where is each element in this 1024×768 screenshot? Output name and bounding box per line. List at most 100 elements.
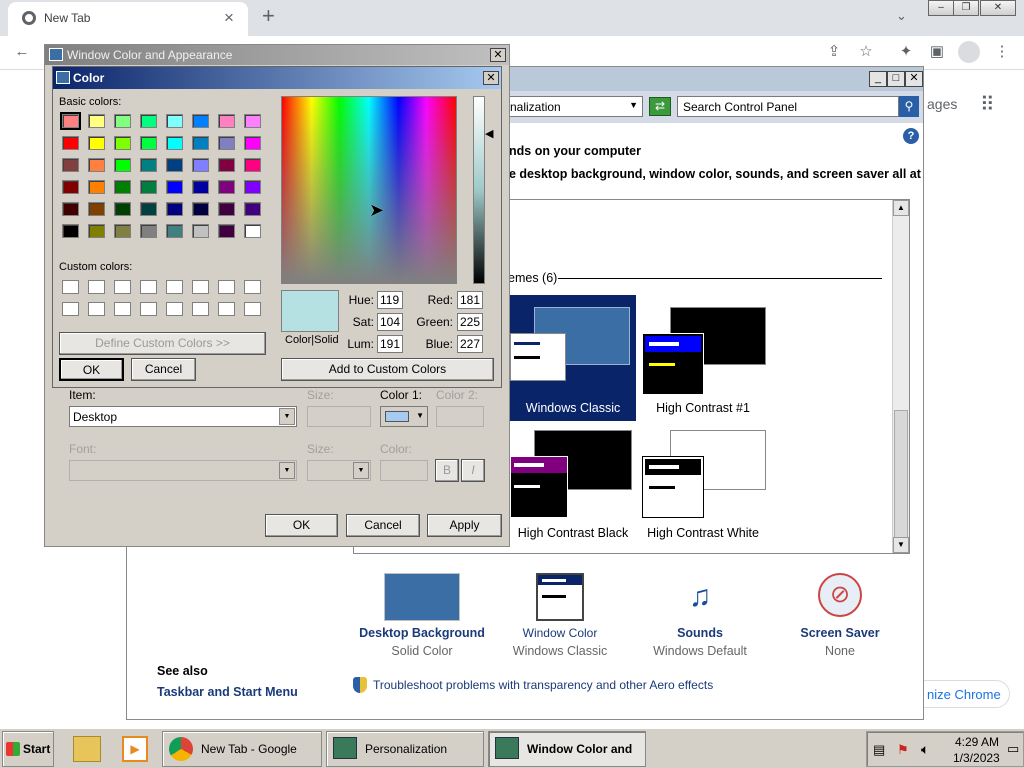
- basic-color-swatch[interactable]: [62, 202, 79, 216]
- sounds-link[interactable]: ♫ Sounds Windows Default: [625, 573, 775, 658]
- theme-high-contrast-black[interactable]: High Contrast Black: [510, 430, 640, 545]
- clock-time[interactable]: 4:29 AM: [955, 735, 999, 749]
- basic-color-swatch[interactable]: [166, 180, 183, 194]
- basic-color-swatch[interactable]: [244, 158, 261, 172]
- basic-color-swatch[interactable]: [114, 224, 131, 238]
- color-cancel-button[interactable]: Cancel: [131, 358, 196, 381]
- luminance-arrow-icon[interactable]: ◀: [485, 127, 493, 140]
- desktop-background-link[interactable]: Desktop Background Solid Color: [347, 573, 497, 658]
- chrome-menu-icon[interactable]: ⋮: [991, 41, 1013, 63]
- color2-picker[interactable]: [436, 406, 484, 427]
- basic-color-swatch[interactable]: [218, 202, 235, 216]
- basic-color-swatch[interactable]: [140, 180, 157, 194]
- start-button[interactable]: Start: [2, 731, 54, 767]
- screen-saver-link[interactable]: ⊘ Screen Saver None: [765, 573, 915, 658]
- basic-color-swatch[interactable]: [244, 180, 261, 194]
- apps-grid-icon[interactable]: ⠿: [980, 92, 995, 117]
- custom-color-swatch[interactable]: [218, 280, 235, 294]
- basic-color-swatch[interactable]: [88, 158, 105, 172]
- basic-color-swatch[interactable]: [218, 136, 235, 150]
- go-refresh-icon[interactable]: ⇄: [649, 97, 671, 116]
- custom-color-swatch[interactable]: [88, 280, 105, 294]
- close-button[interactable]: ✕: [980, 0, 1016, 16]
- hue-input[interactable]: 119: [377, 291, 403, 309]
- media-player-quicklaunch-icon[interactable]: ▶: [122, 736, 148, 762]
- basic-color-swatch[interactable]: [140, 158, 157, 172]
- custom-color-swatch[interactable]: [114, 302, 131, 316]
- basic-color-swatch[interactable]: [62, 136, 79, 150]
- cp-maximize-button[interactable]: □: [887, 71, 905, 87]
- bookmark-star-icon[interactable]: ☆: [855, 41, 877, 63]
- basic-color-swatch[interactable]: [88, 180, 105, 194]
- basic-color-swatch[interactable]: [192, 180, 209, 194]
- scroll-thumb[interactable]: [894, 410, 908, 538]
- extensions-icon[interactable]: ✦: [895, 41, 917, 63]
- cp-close-button[interactable]: ✕: [905, 71, 923, 87]
- basic-color-swatch[interactable]: [60, 112, 81, 130]
- window-color-link[interactable]: Window Color Windows Classic: [485, 573, 635, 658]
- taskbar-item-window-color[interactable]: Window Color and ...: [488, 731, 646, 767]
- share-icon[interactable]: ⇪: [823, 41, 845, 63]
- network-icon[interactable]: ▤: [873, 742, 885, 758]
- define-custom-colors-button[interactable]: Define Custom Colors >>: [59, 332, 266, 355]
- theme-high-contrast-1[interactable]: High Contrast #1: [640, 305, 770, 420]
- custom-color-swatch[interactable]: [62, 280, 79, 294]
- font-size-dropdown-icon[interactable]: ▼: [353, 462, 369, 479]
- font-color-picker[interactable]: [380, 460, 428, 481]
- basic-color-swatch[interactable]: [88, 114, 105, 128]
- item-dropdown-icon[interactable]: ▼: [279, 408, 295, 425]
- address-dropdown-icon[interactable]: ▼: [629, 100, 638, 110]
- taskbar-item-chrome[interactable]: New Tab - Google Ch...: [162, 731, 322, 767]
- color1-dropdown-icon[interactable]: ▼: [416, 411, 424, 420]
- basic-color-swatch[interactable]: [62, 224, 79, 238]
- themes-scrollbar[interactable]: ▲ ▼: [892, 200, 909, 553]
- cp-minimize-button[interactable]: _: [869, 71, 887, 87]
- theme-high-contrast-white[interactable]: High Contrast White: [640, 430, 770, 545]
- basic-color-swatch[interactable]: [114, 114, 131, 128]
- basic-color-swatch[interactable]: [140, 136, 157, 150]
- wca-close-button[interactable]: ✕: [490, 48, 506, 62]
- minimize-button[interactable]: –: [928, 0, 954, 16]
- basic-color-swatch[interactable]: [192, 224, 209, 238]
- custom-color-swatch[interactable]: [62, 302, 79, 316]
- basic-color-swatch[interactable]: [166, 114, 183, 128]
- scroll-down-button[interactable]: ▼: [893, 537, 909, 553]
- address-combo[interactable]: nalization ▼: [507, 96, 643, 117]
- basic-color-swatch[interactable]: [244, 224, 261, 238]
- basic-color-swatch[interactable]: [192, 158, 209, 172]
- custom-color-swatch[interactable]: [166, 302, 183, 316]
- color1-picker[interactable]: ▼: [380, 406, 428, 427]
- basic-color-swatch[interactable]: [192, 136, 209, 150]
- color-ok-button[interactable]: OK: [59, 358, 124, 381]
- basic-color-swatch[interactable]: [218, 114, 235, 128]
- custom-color-swatch[interactable]: [114, 280, 131, 294]
- wca-cancel-button[interactable]: Cancel: [346, 514, 420, 537]
- custom-color-swatch[interactable]: [88, 302, 105, 316]
- basic-color-swatch[interactable]: [140, 114, 157, 128]
- wca-apply-button[interactable]: Apply: [427, 514, 502, 537]
- tab-search-icon[interactable]: ⌄: [896, 8, 907, 24]
- restore-button[interactable]: ❐: [953, 0, 979, 16]
- custom-color-swatch[interactable]: [218, 302, 235, 316]
- clock-date[interactable]: 1/3/2023: [953, 751, 1000, 765]
- basic-color-swatch[interactable]: [140, 224, 157, 238]
- bold-button[interactable]: B: [435, 459, 459, 482]
- font-dropdown-icon[interactable]: ▼: [279, 462, 295, 479]
- search-input[interactable]: Search Control Panel: [677, 96, 899, 117]
- theme-windows-classic[interactable]: Windows Classic: [510, 295, 636, 421]
- security-alert-icon[interactable]: ⚑: [897, 742, 909, 758]
- custom-color-swatch[interactable]: [140, 302, 157, 316]
- lum-input[interactable]: 191: [377, 335, 403, 353]
- basic-color-swatch[interactable]: [114, 202, 131, 216]
- profile-avatar[interactable]: [958, 41, 980, 63]
- luminance-slider[interactable]: [473, 96, 485, 284]
- item-select[interactable]: Desktop ▼: [69, 406, 297, 427]
- help-icon[interactable]: ?: [903, 128, 919, 144]
- taskbar-item-personalization[interactable]: Personalization: [326, 731, 484, 767]
- basic-color-swatch[interactable]: [244, 202, 261, 216]
- new-tab-button[interactable]: +: [262, 3, 275, 29]
- tab-close-icon[interactable]: ×: [224, 8, 234, 28]
- basic-color-swatch[interactable]: [218, 180, 235, 194]
- custom-color-swatch[interactable]: [166, 280, 183, 294]
- basic-color-swatch[interactable]: [192, 114, 209, 128]
